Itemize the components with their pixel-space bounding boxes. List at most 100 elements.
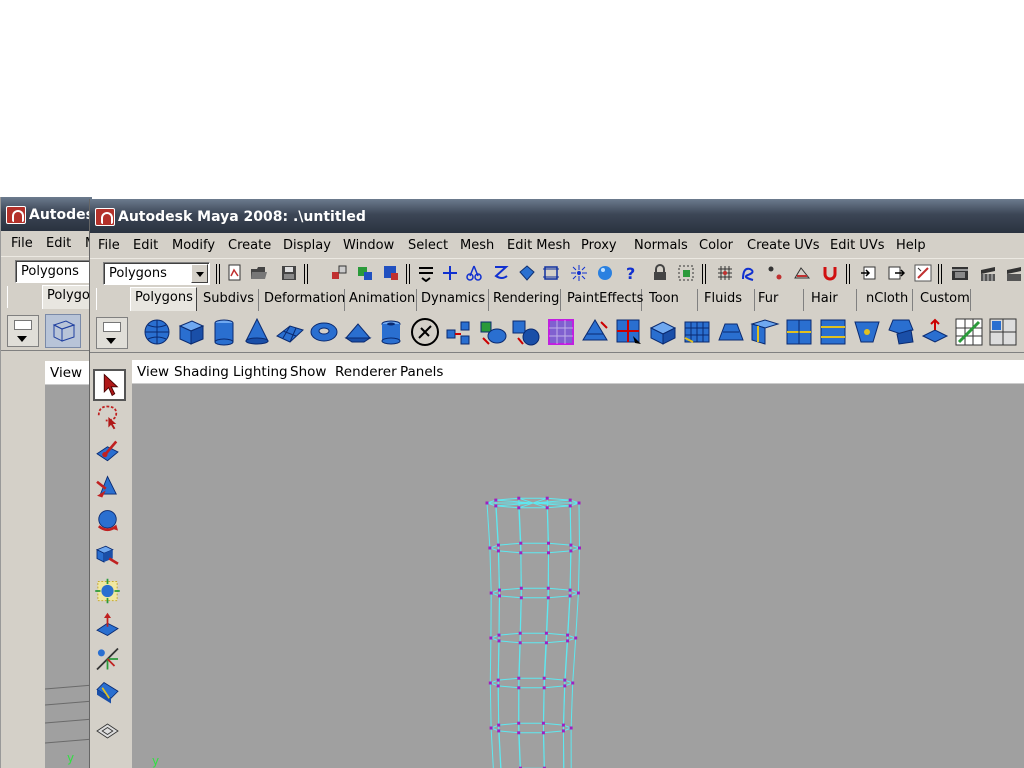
separate-icon[interactable] bbox=[477, 316, 509, 348]
status-separator[interactable] bbox=[938, 264, 942, 284]
poly-cube-icon[interactable] bbox=[175, 316, 207, 348]
tab-polygons[interactable]: Polygons bbox=[130, 287, 197, 311]
select-by-hierarchy-icon[interactable] bbox=[330, 264, 348, 282]
menu-mesh[interactable]: Mesh bbox=[460, 238, 494, 253]
save-scene-icon[interactable] bbox=[280, 264, 298, 282]
soft-mod-button[interactable] bbox=[93, 611, 126, 643]
menu-edit-uvs[interactable]: Edit UVs bbox=[830, 238, 885, 253]
split-icon[interactable] bbox=[749, 316, 781, 348]
back-titlebar[interactable]: Autodesk Maya 2008: .\untitled bbox=[1, 197, 92, 231]
panel-menu-lighting[interactable]: Lighting bbox=[233, 364, 288, 380]
tab-dynamics[interactable]: Dynamics bbox=[417, 289, 489, 311]
panel-menu-show[interactable]: Show bbox=[290, 364, 326, 380]
tab-fur[interactable]: Fur bbox=[754, 289, 804, 311]
poly-cone-icon[interactable] bbox=[241, 316, 273, 348]
insert-edge-loop-icon[interactable] bbox=[783, 316, 815, 348]
construction-history-icon[interactable] bbox=[914, 264, 932, 282]
append-icon[interactable] bbox=[715, 316, 747, 348]
select-surfaces-icon[interactable] bbox=[518, 264, 536, 282]
perspective-viewport[interactable]: y bbox=[132, 384, 1024, 768]
menu-proxy[interactable]: Proxy bbox=[581, 238, 617, 253]
create-polygon-icon[interactable] bbox=[919, 316, 951, 348]
merge-icon[interactable] bbox=[851, 316, 883, 348]
combine-icon[interactable] bbox=[443, 316, 475, 348]
panel-menu-shading[interactable]: Shading bbox=[174, 364, 229, 380]
menu-file[interactable]: File bbox=[98, 238, 120, 253]
select-by-component-type-icon[interactable] bbox=[382, 264, 400, 282]
select-tool-button[interactable] bbox=[93, 369, 126, 401]
menu-color[interactable]: Color bbox=[699, 238, 733, 253]
offset-edge-loop-icon[interactable] bbox=[817, 316, 849, 348]
tab-rendering[interactable]: Rendering bbox=[489, 289, 561, 311]
status-separator[interactable] bbox=[702, 264, 706, 284]
menu-create-uvs[interactable]: Create UVs bbox=[747, 238, 820, 253]
select-rendering-icon[interactable] bbox=[596, 264, 614, 282]
tab-fluids[interactable]: Fluids bbox=[700, 289, 755, 311]
poly-cylinder-icon[interactable] bbox=[208, 316, 240, 348]
status-separator[interactable] bbox=[406, 264, 410, 284]
menu-normals[interactable]: Normals bbox=[634, 238, 688, 253]
boolean-icon[interactable] bbox=[579, 316, 611, 348]
menu-edit[interactable]: Edit bbox=[133, 238, 158, 253]
poly-pipe-icon[interactable] bbox=[375, 316, 407, 348]
rotate-tool-button[interactable] bbox=[93, 507, 126, 539]
menu-create[interactable]: Create bbox=[228, 238, 271, 253]
tab-hair[interactable]: Hair bbox=[807, 289, 857, 311]
shelf-menu-button[interactable] bbox=[96, 317, 128, 349]
tab-animation[interactable]: Animation bbox=[345, 289, 417, 311]
select-joints-icon[interactable] bbox=[465, 264, 483, 282]
lasso-tool-button[interactable] bbox=[93, 403, 126, 435]
duplicate-face-icon[interactable] bbox=[885, 316, 917, 348]
cut-faces-icon[interactable] bbox=[613, 316, 645, 348]
menu-select[interactable]: Select bbox=[408, 238, 448, 253]
menu-modify[interactable]: Modify bbox=[172, 238, 215, 253]
tab-painteffects[interactable]: PaintEffects bbox=[563, 289, 643, 311]
status-separator[interactable] bbox=[846, 264, 850, 284]
panel-menu-panels[interactable]: Panels bbox=[400, 364, 443, 380]
titlebar[interactable]: Autodesk Maya 2008: .\untitled bbox=[90, 199, 1024, 233]
poly-helix-icon[interactable] bbox=[409, 316, 441, 348]
menu-window[interactable]: Window bbox=[343, 238, 394, 253]
lock-selection-icon[interactable] bbox=[651, 264, 669, 282]
back-panel-menu-view[interactable]: View bbox=[50, 365, 82, 381]
paint-select-tool-button[interactable] bbox=[93, 438, 126, 470]
tab-custom[interactable]: Custom bbox=[916, 289, 971, 311]
back-menu-edit[interactable]: Edit bbox=[46, 236, 71, 251]
extract-icon[interactable] bbox=[510, 316, 542, 348]
poly-torus-icon[interactable] bbox=[308, 316, 340, 348]
tab-deformation[interactable]: Deformation bbox=[260, 289, 345, 311]
menuset-dropdown[interactable]: Polygons bbox=[103, 262, 210, 285]
tab-ncloth[interactable]: nCloth bbox=[862, 289, 913, 311]
back-menuset-dropdown[interactable]: Polygons bbox=[15, 260, 92, 283]
extrude-icon[interactable] bbox=[647, 316, 679, 348]
snap-to-grid-icon[interactable] bbox=[716, 264, 734, 282]
universal-manip-button[interactable] bbox=[93, 577, 126, 609]
single-perspective-button[interactable] bbox=[93, 717, 126, 749]
render-settings-icon[interactable] bbox=[1005, 264, 1023, 282]
tab-subdivs[interactable]: Subdivs bbox=[199, 289, 259, 311]
snap-to-curve-icon[interactable] bbox=[740, 264, 758, 282]
snap-to-view-plane-icon[interactable] bbox=[793, 264, 811, 282]
output-ops-icon[interactable] bbox=[887, 264, 905, 282]
panel-menu-renderer[interactable]: Renderer bbox=[335, 364, 397, 380]
back-tab-polygons[interactable]: Polygons bbox=[42, 285, 92, 309]
select-handles-icon[interactable] bbox=[441, 264, 459, 282]
highlight-selection-icon[interactable] bbox=[677, 264, 695, 282]
select-by-object-type-icon[interactable] bbox=[356, 264, 374, 282]
smooth-icon[interactable] bbox=[545, 316, 577, 348]
render-current-frame-icon[interactable] bbox=[951, 264, 969, 282]
select-dynamics-icon[interactable] bbox=[570, 264, 588, 282]
show-manip-button[interactable] bbox=[93, 645, 126, 677]
snap-to-point-icon[interactable] bbox=[766, 264, 784, 282]
menu-display[interactable]: Display bbox=[283, 238, 331, 253]
back-menu-file[interactable]: File bbox=[11, 236, 33, 251]
last-tool-button[interactable] bbox=[93, 679, 126, 711]
move-tool-button[interactable] bbox=[93, 473, 126, 505]
select-deformations-icon[interactable] bbox=[542, 264, 560, 282]
status-separator[interactable] bbox=[304, 264, 308, 284]
open-scene-icon[interactable] bbox=[250, 264, 268, 282]
poly-plane-icon[interactable] bbox=[274, 316, 306, 348]
selection-mask-icon[interactable] bbox=[417, 264, 435, 282]
panel-menu-view[interactable]: View bbox=[137, 364, 169, 380]
select-curves-icon[interactable] bbox=[492, 264, 510, 282]
